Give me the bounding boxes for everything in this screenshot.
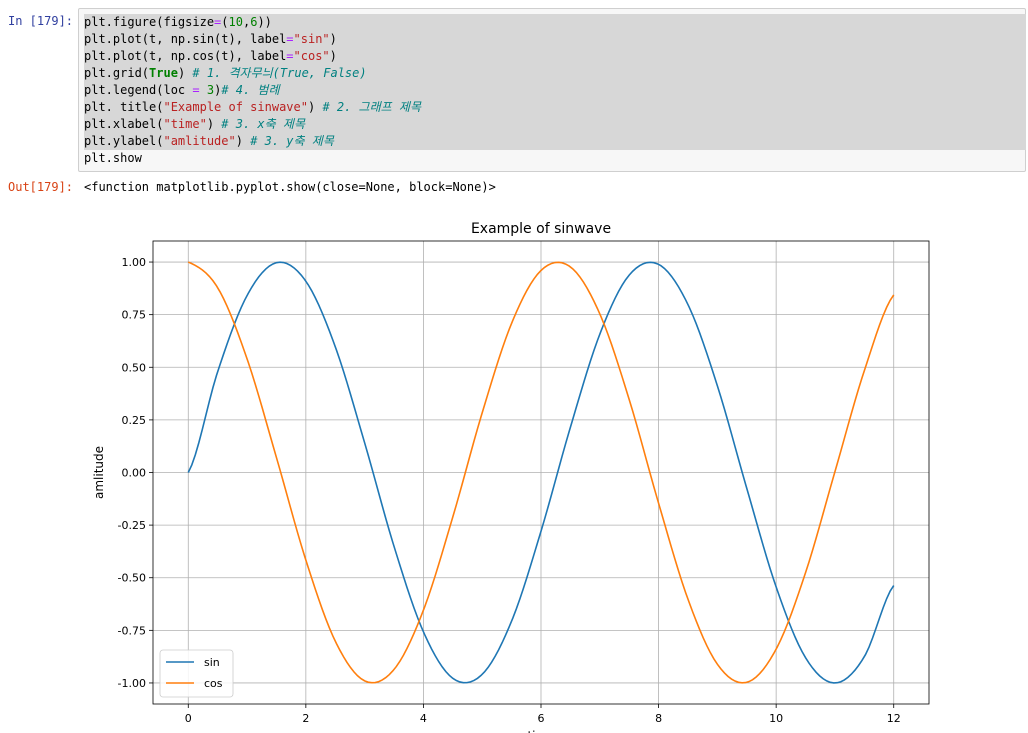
code-token: # 3. x축 제목 — [221, 117, 305, 131]
output-text: <function matplotlib.pyplot.show(close=N… — [84, 180, 496, 194]
code-token: )) — [257, 15, 272, 29]
code-token: 10 — [228, 15, 243, 29]
code-token: plt. title( — [84, 100, 164, 114]
code-token: plt.plot(t, np.sin(t), label — [84, 32, 287, 46]
y-tick-label: 0.50 — [122, 361, 147, 374]
y-tick-label: -0.50 — [118, 572, 146, 585]
x-tick-label: 10 — [769, 712, 783, 725]
code-token: "sin" — [293, 32, 330, 46]
code-token: ) — [177, 66, 193, 80]
chart-title: Example of sinwave — [471, 221, 611, 237]
code-token: plt.plot(t, np.cos(t), label — [84, 49, 287, 63]
code-token: True — [149, 66, 178, 80]
code-token: "Example of sinwave" — [163, 100, 308, 114]
x-tick-label: 8 — [655, 712, 662, 725]
x-axis-label: time — [527, 729, 554, 733]
code-token: plt.grid( — [84, 66, 150, 80]
code-token: ) — [206, 117, 222, 131]
code-token: ) — [329, 49, 337, 63]
code-editor[interactable]: plt.figure(figsize=(10,6)) plt.plot(t, np… — [84, 14, 1026, 167]
legend: sin cos — [159, 649, 234, 698]
y-tick-label: 0.25 — [122, 414, 147, 427]
y-tick-label: -0.75 — [118, 624, 146, 637]
grid-lines — [153, 241, 929, 704]
code-line: plt.xlabel("time") # 3. x축 제목 — [84, 116, 1026, 133]
code-token: "cos" — [293, 49, 330, 63]
y-tick-label: 0.75 — [122, 309, 147, 322]
code-token: # 3. y축 제목 — [250, 134, 334, 148]
code-line: plt.grid(True) # 1. 격자무늬(True, False) — [84, 65, 1026, 82]
code-token: "time" — [163, 117, 207, 131]
code-line: plt.plot(t, np.cos(t), label="cos") — [84, 48, 1026, 65]
code-token: plt.figure(figsize — [84, 15, 215, 29]
code-token: 3 — [206, 83, 215, 97]
y-tick-label: -1.00 — [118, 677, 146, 690]
code-token: = — [286, 32, 294, 46]
legend-label-sin: sin — [204, 656, 220, 669]
code-line: plt.ylabel("amlitude") # 3. y축 제목 — [84, 133, 1026, 150]
chart-figure: 0 2 4 6 8 10 12 1.00 0.75 0.50 0.25 0.00 -0.25 -0.50 -… — [92, 221, 930, 733]
code-token: # 1. 격자무늬(True, False) — [192, 66, 367, 80]
code-token: plt.xlabel( — [84, 117, 164, 131]
y-tick-label: 1.00 — [122, 256, 147, 269]
code-token: ) — [235, 134, 251, 148]
legend-label-cos: cos — [204, 677, 223, 690]
code-cell-input[interactable]: plt.figure(figsize=(10,6)) plt.plot(t, np… — [78, 8, 1026, 172]
y-tick-label: -0.25 — [118, 519, 146, 532]
code-line: plt.figure(figsize=(10,6)) — [84, 14, 1026, 31]
y-tick-label: 0.00 — [122, 467, 147, 480]
code-token: plt.ylabel( — [84, 134, 164, 148]
code-token: plt.legend(loc — [84, 83, 193, 97]
code-token: "amlitude" — [163, 134, 236, 148]
x-tick-label: 0 — [185, 712, 192, 725]
code-token: ( — [221, 15, 229, 29]
code-token: # 4. 범례 — [221, 83, 280, 97]
code-line: plt.legend(loc = 3)# 4. 범례 — [84, 82, 1026, 99]
x-tick-label: 12 — [887, 712, 901, 725]
x-tick-label: 4 — [420, 712, 427, 725]
code-line: plt.plot(t, np.sin(t), label="sin") — [84, 31, 1026, 48]
code-token: # 2. 그래프 제목 — [322, 100, 421, 114]
y-axis-label: amlitude — [92, 446, 106, 499]
input-prompt: In [179]: — [8, 14, 74, 28]
code-token: plt.show — [84, 151, 142, 165]
code-token: = — [192, 83, 200, 97]
x-tick-label: 2 — [302, 712, 309, 725]
x-tick-label: 6 — [538, 712, 545, 725]
output-prompt: Out[179]: — [8, 180, 74, 194]
code-line: plt.show — [84, 150, 1026, 167]
code-line: plt. title("Example of sinwave") # 2. 그래… — [84, 99, 1026, 116]
code-token: ) — [307, 100, 323, 114]
code-token: = — [286, 49, 294, 63]
code-token: ) — [329, 32, 337, 46]
